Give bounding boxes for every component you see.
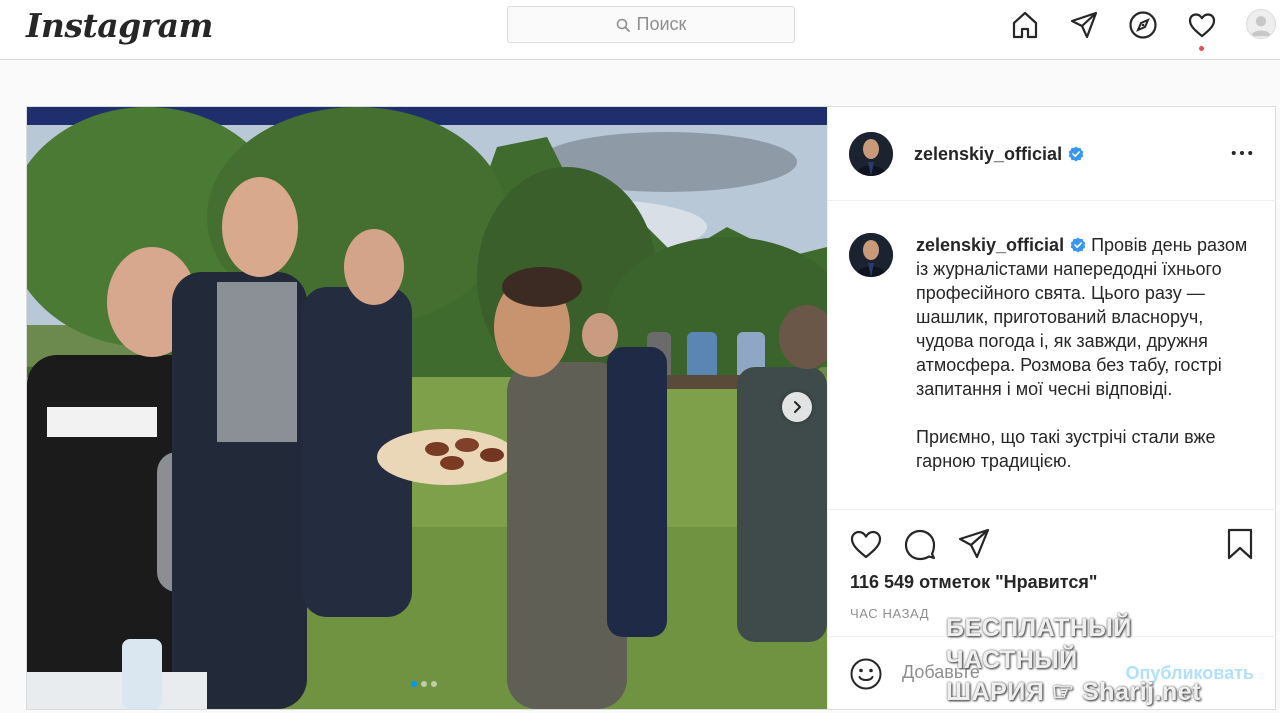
watermark-site: Sharij.net — [1082, 678, 1202, 706]
verified-badge-icon — [1070, 237, 1086, 253]
like-icon[interactable] — [848, 526, 884, 562]
instagram-logo[interactable]: Instagram — [26, 6, 213, 45]
search-placeholder: Поиск — [636, 14, 687, 34]
heart-icon[interactable] — [1185, 8, 1219, 42]
share-icon[interactable] — [956, 526, 992, 562]
caption-author-avatar[interactable] — [849, 233, 893, 277]
carousel-dot — [411, 681, 417, 687]
verified-badge-icon — [1068, 146, 1084, 162]
post-photo[interactable] — [27, 107, 827, 709]
likes-count[interactable]: 116 549 отметок "Нравится" — [850, 572, 1097, 593]
emoji-icon[interactable] — [849, 657, 883, 691]
carousel-next-button[interactable] — [782, 392, 812, 422]
comment-icon[interactable] — [902, 526, 938, 562]
direct-icon[interactable] — [1067, 8, 1101, 42]
more-options-icon[interactable] — [1230, 141, 1254, 165]
carousel-dot — [421, 681, 427, 687]
carousel-dot — [431, 681, 437, 687]
search-box[interactable]: Поиск — [507, 6, 795, 43]
author-username[interactable]: zelenskiy_official — [914, 144, 1084, 165]
home-icon[interactable] — [1008, 8, 1042, 42]
notification-dot — [1199, 46, 1204, 51]
save-icon[interactable] — [1222, 526, 1258, 562]
profile-avatar[interactable] — [1246, 9, 1276, 39]
post-header: zelenskiy_official — [828, 107, 1276, 201]
watermark-line-1: БЕСПЛАТНЫЙ ЧАСТНЫЙ — [946, 614, 1132, 674]
watermark-line-2-text: ШАРИЯ — [946, 678, 1045, 706]
chevron-right-icon — [794, 401, 801, 413]
explore-icon[interactable] — [1126, 8, 1160, 42]
pointing-hand-icon: ☞ — [1051, 678, 1075, 706]
watermark-line-2: ШАРИЯ ☞ Sharij.net — [946, 676, 1256, 708]
watermark: БЕСПЛАТНЫЙ ЧАСТНЫЙ ШАРИЯ ☞ Sharij.net — [946, 612, 1256, 708]
carousel-indicator — [411, 681, 437, 687]
author-avatar[interactable] — [849, 132, 893, 176]
post-caption: zelenskiy_official Провів день разом із … — [916, 233, 1261, 473]
author-name[interactable]: zelenskiy_official — [914, 144, 1062, 164]
search-icon — [616, 18, 630, 32]
caption-text-paragraph-2: Приємно, що такі зустрічі стали вже гарн… — [916, 427, 1216, 471]
top-navigation: Instagram Поиск — [0, 0, 1280, 60]
caption-username[interactable]: zelenskiy_official — [916, 235, 1064, 255]
caption-text: Провів день разом із журналістами напере… — [916, 235, 1248, 399]
post-timestamp[interactable]: ЧАС НАЗАД — [850, 606, 929, 621]
